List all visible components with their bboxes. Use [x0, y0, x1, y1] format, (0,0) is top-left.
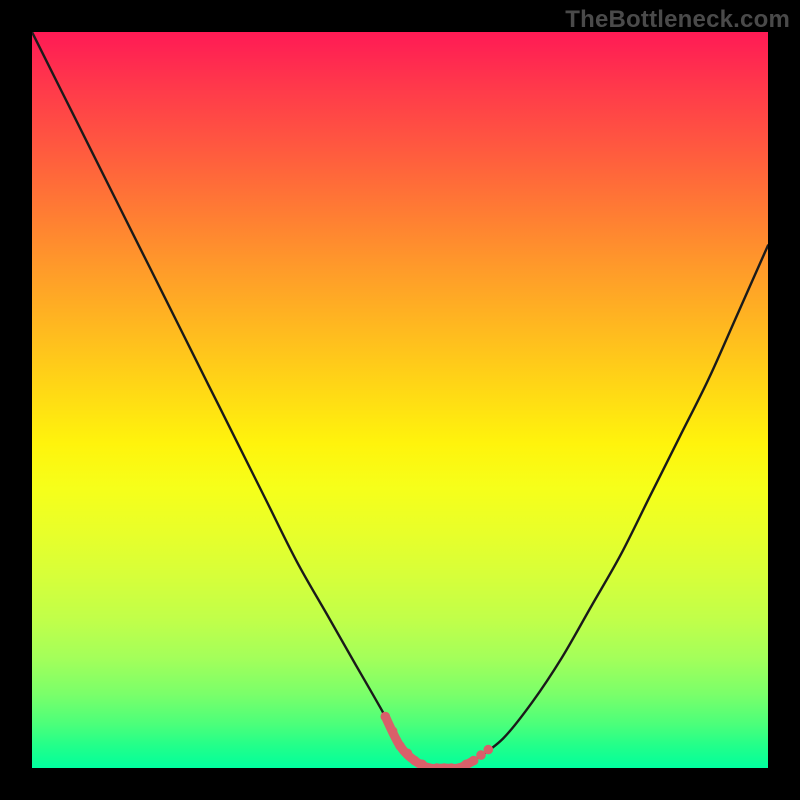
plot-area: [32, 32, 768, 768]
low-band-dot: [388, 726, 398, 736]
chart-frame: TheBottleneck.com: [0, 0, 800, 800]
bottleneck-curve: [32, 32, 768, 768]
curve-svg: [32, 32, 768, 768]
watermark-text: TheBottleneck.com: [565, 6, 790, 34]
low-band-dot: [381, 712, 391, 722]
low-band-dot: [403, 749, 413, 759]
low-band-marker: [381, 712, 494, 768]
bottleneck-curve-group: [32, 32, 768, 768]
low-band-dot: [484, 745, 494, 755]
low-band-dot: [395, 741, 405, 751]
